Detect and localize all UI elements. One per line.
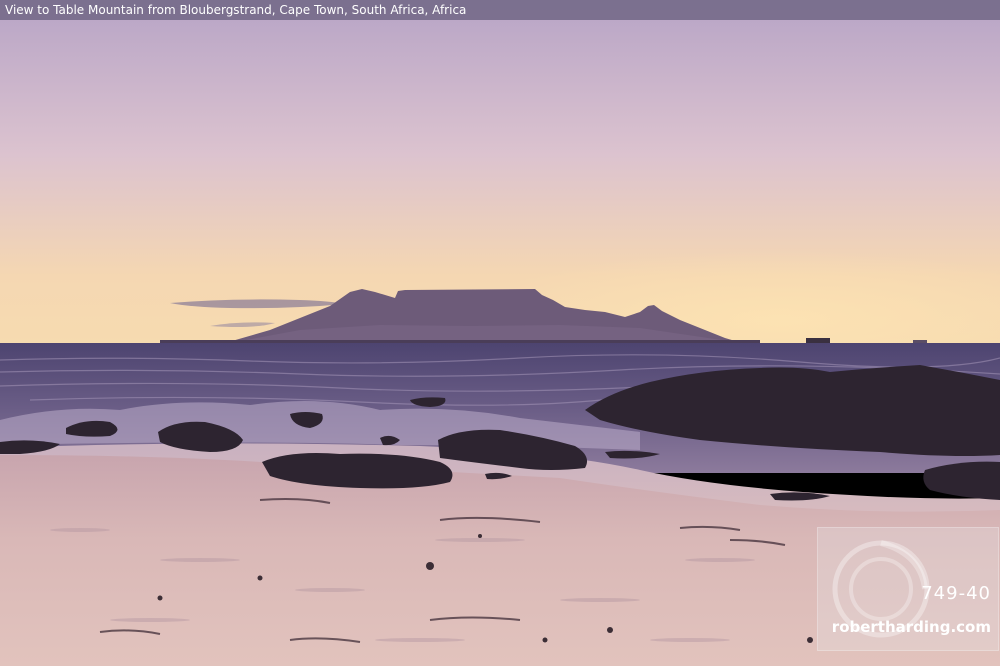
ship-distant [913, 340, 927, 343]
caption-bar: View to Table Mountain from Bloubergstra… [0, 0, 1000, 20]
watermark-code: 749-40 [921, 583, 991, 604]
watermark: 749-40 robertharding.com [817, 527, 999, 651]
ship [806, 338, 830, 343]
photo-caption: View to Table Mountain from Bloubergstra… [5, 3, 467, 17]
watermark-site: robertharding.com [831, 618, 991, 636]
